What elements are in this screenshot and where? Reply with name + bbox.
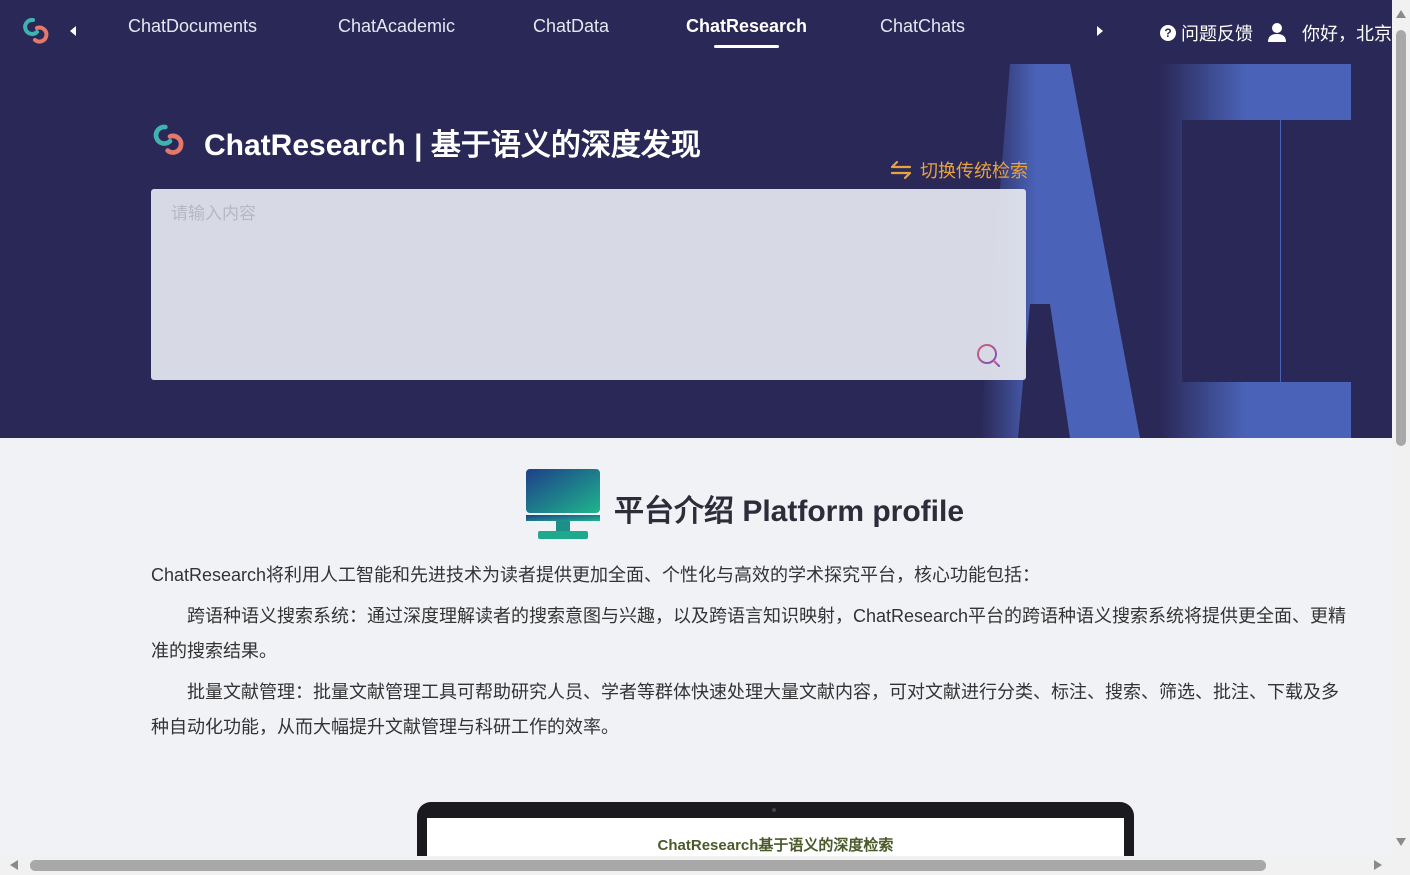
help-circle-icon: ? <box>1160 25 1176 41</box>
tab-chatdata[interactable]: ChatData <box>533 16 609 37</box>
platform-intro-text: ChatResearch将利用人工智能和先进技术为读者提供更加全面、个性化与高效… <box>151 558 1351 751</box>
ai-background-text: AI <box>920 64 922 65</box>
monitor-icon <box>526 469 600 539</box>
nav-scroll-right-icon[interactable] <box>1095 23 1105 39</box>
search-input[interactable] <box>151 189 1026 380</box>
scroll-left-icon[interactable] <box>10 860 18 870</box>
scrollbar-corner <box>1392 856 1410 875</box>
tab-chatresearch[interactable]: ChatResearch <box>686 16 807 48</box>
intro-feature-batch-management: 批量文献管理：批量文献管理工具可帮助研究人员、学者等群体快速处理大量文献内容，可… <box>151 682 1339 737</box>
feedback-label: 问题反馈 <box>1181 24 1253 44</box>
switch-arrows-icon <box>890 160 912 180</box>
tab-chatacademic[interactable]: ChatAcademic <box>338 16 455 37</box>
laptop-preview: ChatResearch基于语义的深度检索 <box>417 802 1134 875</box>
search-icon[interactable] <box>975 342 1001 368</box>
camera-dot <box>772 808 776 812</box>
hero-title: ChatResearch | 基于语义的深度发现 <box>204 129 701 162</box>
intro-lead: ChatResearch将利用人工智能和先进技术为读者提供更加全面、个性化与高效… <box>151 565 1041 585</box>
vertical-scrollbar[interactable] <box>1392 0 1410 856</box>
horizontal-scrollbar[interactable] <box>0 856 1392 875</box>
tab-chatchats[interactable]: ChatChats <box>880 16 965 37</box>
nav-scroll-left-icon[interactable] <box>68 23 78 39</box>
scroll-right-icon[interactable] <box>1374 860 1382 870</box>
preview-title: ChatResearch基于语义的深度检索 <box>657 837 894 854</box>
user-greeting[interactable]: 你好，北京 <box>1302 20 1392 46</box>
top-navbar: ChatDocuments ChatAcademic ChatData Chat… <box>0 0 1392 64</box>
switch-label: 切换传统检索 <box>920 161 1028 181</box>
switch-traditional-search-link[interactable]: 切换传统检索 <box>888 157 1028 183</box>
search-box <box>151 189 1026 380</box>
horizontal-scroll-thumb[interactable] <box>30 860 1266 871</box>
hero-banner: AI ChatResearch | 基于语义的深度发现 切换传统检索 <box>0 64 1392 438</box>
hero-logo-icon <box>153 124 184 155</box>
vertical-scroll-thumb[interactable] <box>1396 30 1406 446</box>
tab-chatdocuments[interactable]: ChatDocuments <box>128 16 257 37</box>
platform-intro-title: 平台介绍 Platform profile <box>614 495 965 528</box>
user-icon[interactable] <box>1267 22 1287 42</box>
intro-feature-semantic-search: 跨语种语义搜索系统：通过深度理解读者的搜索意图与兴趣，以及跨语言知识映射，Cha… <box>151 606 1347 661</box>
feedback-button[interactable]: ? 问题反馈 <box>1160 20 1253 46</box>
scroll-down-icon[interactable] <box>1396 838 1406 846</box>
infinity-logo-icon[interactable] <box>20 14 54 48</box>
scroll-up-icon[interactable] <box>1396 10 1406 18</box>
